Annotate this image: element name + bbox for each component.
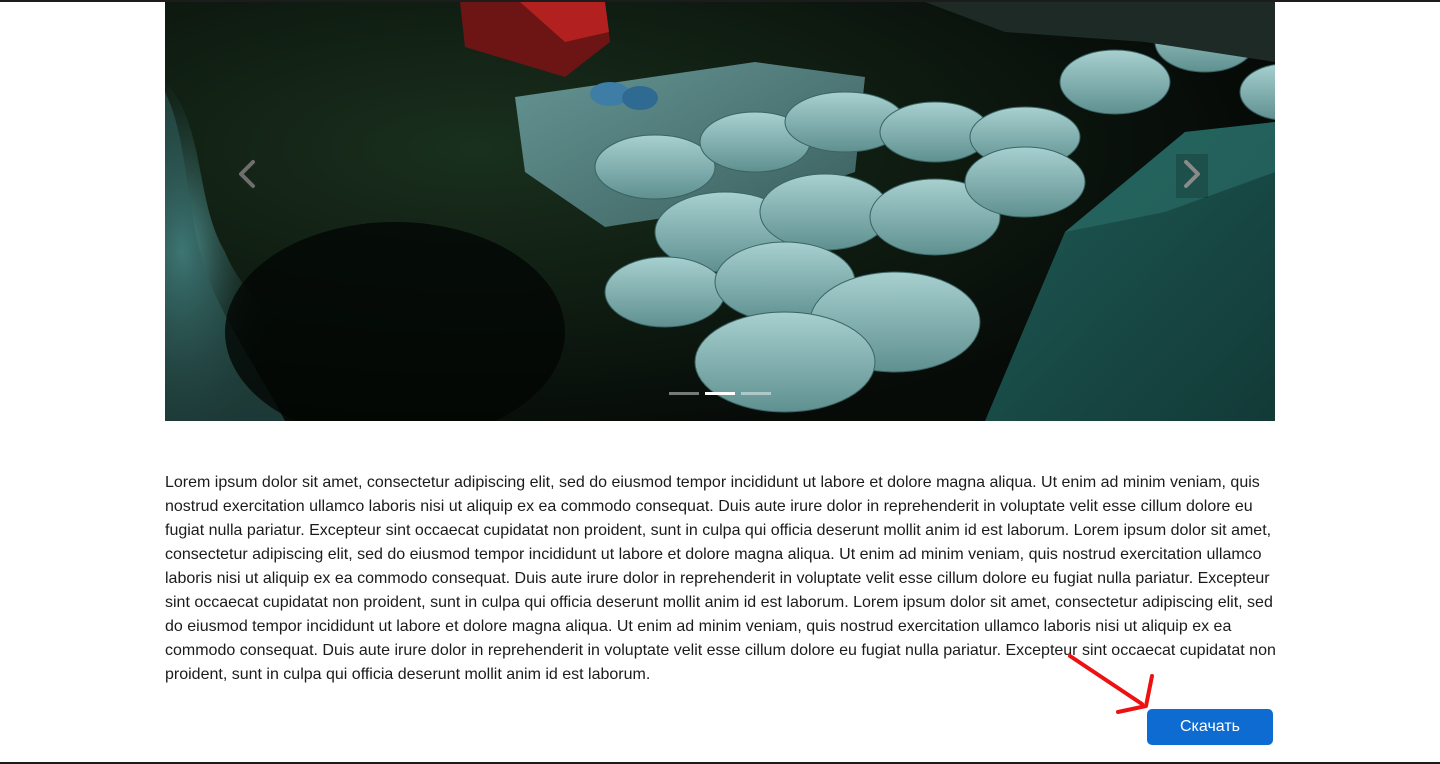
carousel-prev-button[interactable]	[231, 154, 263, 198]
chevron-left-icon	[236, 159, 258, 194]
page: Lorem ipsum dolor sit amet, consectetur …	[0, 0, 1440, 764]
carousel-indicators	[669, 392, 771, 395]
carousel-indicator[interactable]	[741, 392, 771, 395]
carousel-indicator-active[interactable]	[705, 392, 735, 395]
carousel-indicator[interactable]	[669, 392, 699, 395]
carousel-next-button[interactable]	[1176, 154, 1208, 198]
description-text: Lorem ipsum dolor sit amet, consectetur …	[165, 474, 1276, 683]
chevron-right-icon	[1181, 159, 1203, 194]
carousel-slide-image	[165, 2, 1275, 421]
download-button[interactable]: Скачать	[1147, 709, 1273, 745]
screenshot-carousel	[165, 2, 1275, 421]
